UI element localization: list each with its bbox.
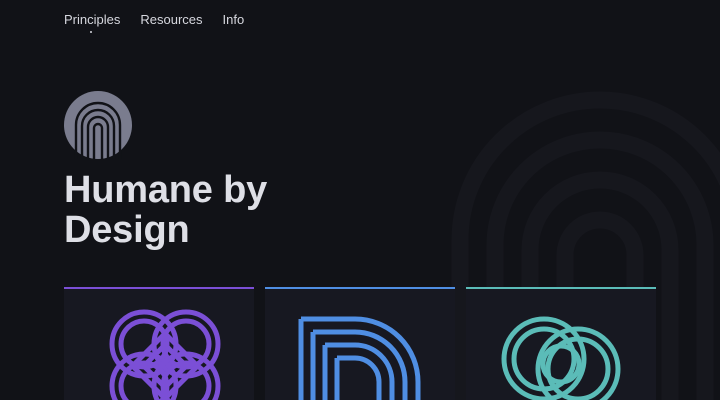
principle-card-3[interactable]	[466, 287, 656, 400]
fingerprint-arch-icon[interactable]	[64, 91, 132, 159]
interlinked-rings-icon	[501, 316, 621, 400]
top-nav: Principles Resources Info	[64, 11, 264, 33]
active-nav-indicator	[90, 31, 92, 33]
nav-item-resources[interactable]: Resources	[140, 11, 202, 29]
nav-item-principles[interactable]: Principles	[64, 11, 120, 29]
page-title: Humane by Design	[64, 169, 268, 251]
principle-card-1[interactable]	[64, 287, 254, 400]
interlocked-loop-icon	[109, 309, 221, 400]
striped-d-shape-icon	[298, 316, 421, 400]
page: Principles Resources Info Humane by Desi…	[0, 0, 720, 400]
nav-item-info[interactable]: Info	[223, 11, 245, 29]
principle-card-2[interactable]	[265, 287, 455, 400]
